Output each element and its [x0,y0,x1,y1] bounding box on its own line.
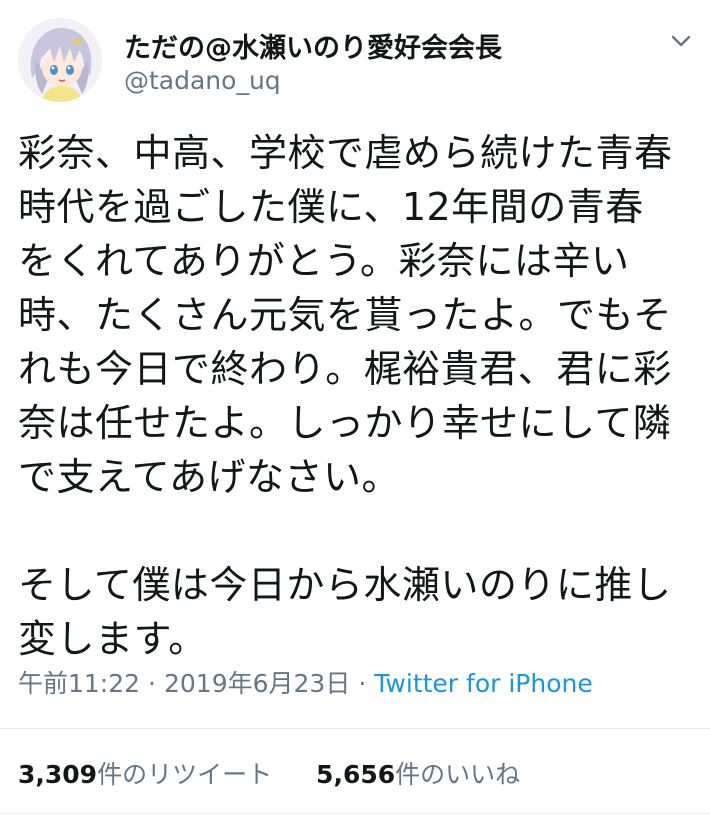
more-options-button[interactable] [664,26,698,56]
tweet-source-link[interactable]: Twitter for iPhone [374,669,592,698]
tweet-stats: 3,309件のリツイート 5,656件のいいね [18,755,556,791]
chevron-down-icon [671,35,691,47]
divider [0,728,710,729]
avatar[interactable] [18,18,102,102]
divider [0,813,710,814]
retweet-count-label: 件のリツイート [97,760,273,789]
tweet-time[interactable]: 午前11:22 [18,669,140,698]
user-handle[interactable]: @tadano_uq [124,66,281,95]
tweet-date[interactable]: 2019年6月23日 [164,669,350,698]
meta-separator: · [148,669,156,698]
like-count-label: 件のいいね [395,760,521,789]
tweet-metadata: 午前11:22 · 2019年6月23日 · Twitter for iPhone [18,664,593,700]
meta-separator: · [358,669,367,698]
avatar-anime-character-icon [18,18,102,102]
like-count[interactable]: 5,656件のいいね [316,760,520,789]
tweet-text: 彩奈、中高、学校で虐めら続けた青春 時代を過ごした僕に、12年間の青春 をくれて… [18,131,673,661]
retweet-count-number: 3,309 [18,760,98,789]
tweet-card: ただの@水瀬いのり愛好会会長 @tadano_uq 彩奈、中高、学校で虐めら続け… [0,0,710,827]
display-name[interactable]: ただの@水瀬いのり愛好会会長 [124,26,502,65]
like-count-number: 5,656 [316,760,396,789]
retweet-count[interactable]: 3,309件のリツイート [18,760,272,789]
